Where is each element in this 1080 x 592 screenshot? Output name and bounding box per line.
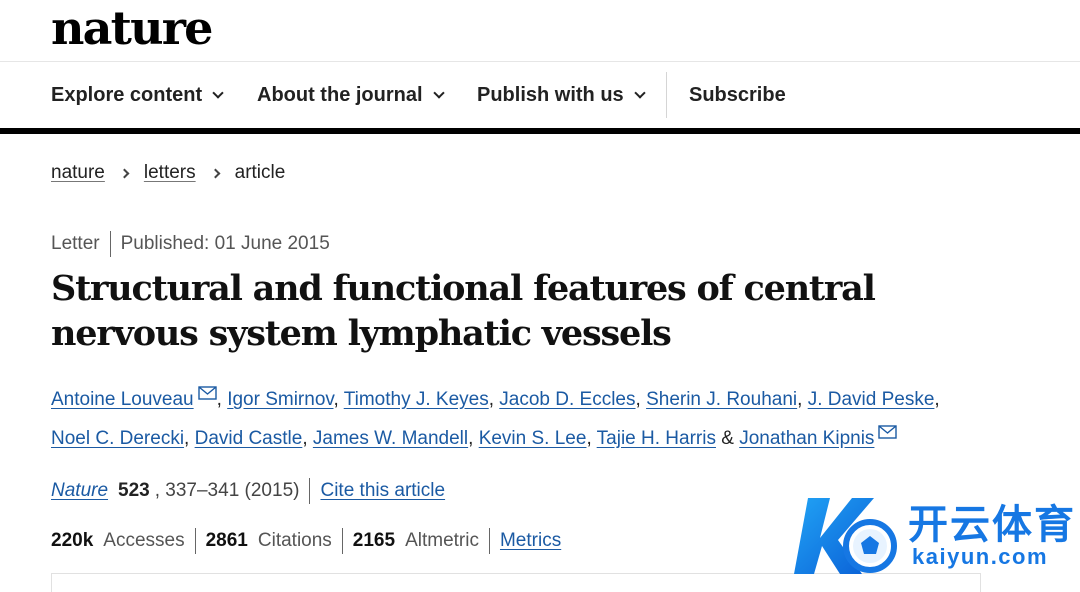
breadcrumb-nature[interactable]: nature bbox=[51, 162, 105, 184]
chevron-down-icon bbox=[212, 87, 224, 99]
nature-logo[interactable]: nature bbox=[51, 2, 213, 54]
citation-line: Nature 523 , 337–341 (2015) Cite this ar… bbox=[51, 478, 445, 504]
nav-about-journal[interactable]: About the journal bbox=[257, 84, 445, 107]
chevron-down-icon bbox=[432, 87, 445, 99]
breadcrumb-letters[interactable]: letters bbox=[144, 162, 196, 184]
altmetric-label: Altmetric bbox=[405, 530, 479, 551]
accesses-label: Accesses bbox=[103, 530, 185, 551]
nav-explore-content[interactable]: Explore content bbox=[51, 84, 224, 107]
author-link[interactable]: J. David Peske bbox=[808, 389, 935, 410]
watermark-logo-icon bbox=[794, 498, 897, 574]
nav-about-journal-label: About the journal bbox=[257, 84, 423, 106]
author-separator: , bbox=[488, 389, 494, 410]
citations-count: 2861 bbox=[205, 530, 248, 551]
author-joiner: & bbox=[721, 428, 734, 449]
author-link[interactable]: David Castle bbox=[195, 428, 303, 449]
nav-explore-content-label: Explore content bbox=[51, 84, 203, 106]
volume: 523 bbox=[118, 480, 150, 501]
watermark: 开云体育 kaiyun.com bbox=[790, 488, 1080, 592]
breadcrumb-article: article bbox=[234, 162, 286, 183]
author-separator: , bbox=[934, 389, 940, 410]
pages-year: , 337–341 (2015) bbox=[154, 480, 300, 501]
author-link[interactable]: Antoine Louveau bbox=[51, 389, 194, 410]
author-separator: , bbox=[302, 428, 308, 449]
article-meta: Letter Published: 01 June 2015 bbox=[51, 231, 330, 257]
altmetric-count: 2165 bbox=[352, 530, 396, 551]
author-link[interactable]: Sherin J. Rouhani bbox=[646, 389, 797, 410]
metrics-link[interactable]: Metrics bbox=[500, 530, 561, 552]
metrics-divider bbox=[488, 528, 490, 554]
journal-link[interactable]: Nature bbox=[51, 480, 108, 502]
cite-this-article-link[interactable]: Cite this article bbox=[320, 480, 445, 502]
metrics-divider bbox=[194, 528, 196, 554]
watermark-brand-text: 开云体育 bbox=[908, 503, 1076, 547]
author-link[interactable]: Timothy J. Keyes bbox=[344, 389, 489, 410]
citation-divider bbox=[309, 478, 311, 504]
nav-subscribe-label: Subscribe bbox=[689, 84, 786, 106]
author-link[interactable]: Kevin S. Lee bbox=[479, 428, 587, 449]
author-link[interactable]: Jacob D. Eccles bbox=[499, 389, 635, 410]
nav-publish-with-us-label: Publish with us bbox=[477, 84, 624, 106]
chevron-right-icon bbox=[210, 168, 221, 178]
email-icon[interactable] bbox=[878, 425, 898, 439]
author-list: Antoine Louveau, Igor Smirnov, Timothy J… bbox=[51, 380, 1011, 458]
author-link[interactable]: Noel C. Derecki bbox=[51, 428, 184, 449]
header-rule bbox=[0, 128, 1080, 134]
author-link[interactable]: Jonathan Kipnis bbox=[739, 428, 874, 449]
author-separator: , bbox=[468, 428, 474, 449]
author-separator: , bbox=[184, 428, 190, 449]
author-separator: , bbox=[797, 389, 803, 410]
author-link[interactable]: Tajie H. Harris bbox=[597, 428, 716, 449]
author-separator: , bbox=[635, 389, 641, 410]
nav-divider bbox=[666, 72, 667, 118]
metrics-divider bbox=[341, 528, 343, 554]
article-title: Structural and functional features of ce… bbox=[51, 268, 876, 354]
breadcrumb: nature letters article bbox=[51, 162, 285, 184]
meta-divider bbox=[109, 231, 111, 257]
author-separator: , bbox=[586, 428, 592, 449]
author-link[interactable]: James W. Mandell bbox=[313, 428, 468, 449]
article-metrics: 220k Accesses 2861 Citations 2165 Altmet… bbox=[51, 528, 561, 554]
nav-subscribe[interactable]: Subscribe bbox=[689, 84, 786, 107]
chevron-down-icon bbox=[634, 87, 646, 99]
email-icon[interactable] bbox=[197, 386, 217, 400]
site-header: nature bbox=[0, 0, 1080, 62]
nav-publish-with-us[interactable]: Publish with us bbox=[477, 84, 646, 107]
main-nav: Explore content About the journal Publis… bbox=[0, 62, 1080, 128]
author-separator: , bbox=[333, 389, 339, 410]
chevron-right-icon bbox=[119, 168, 130, 178]
citations-label: Citations bbox=[257, 530, 332, 551]
author-separator: , bbox=[216, 389, 222, 410]
publish-date: Published: 01 June 2015 bbox=[120, 233, 330, 254]
author-link[interactable]: Igor Smirnov bbox=[227, 389, 333, 410]
article-type: Letter bbox=[51, 233, 100, 254]
accesses-count: 220k bbox=[51, 530, 94, 551]
watermark-url-text: kaiyun.com bbox=[912, 544, 1049, 569]
